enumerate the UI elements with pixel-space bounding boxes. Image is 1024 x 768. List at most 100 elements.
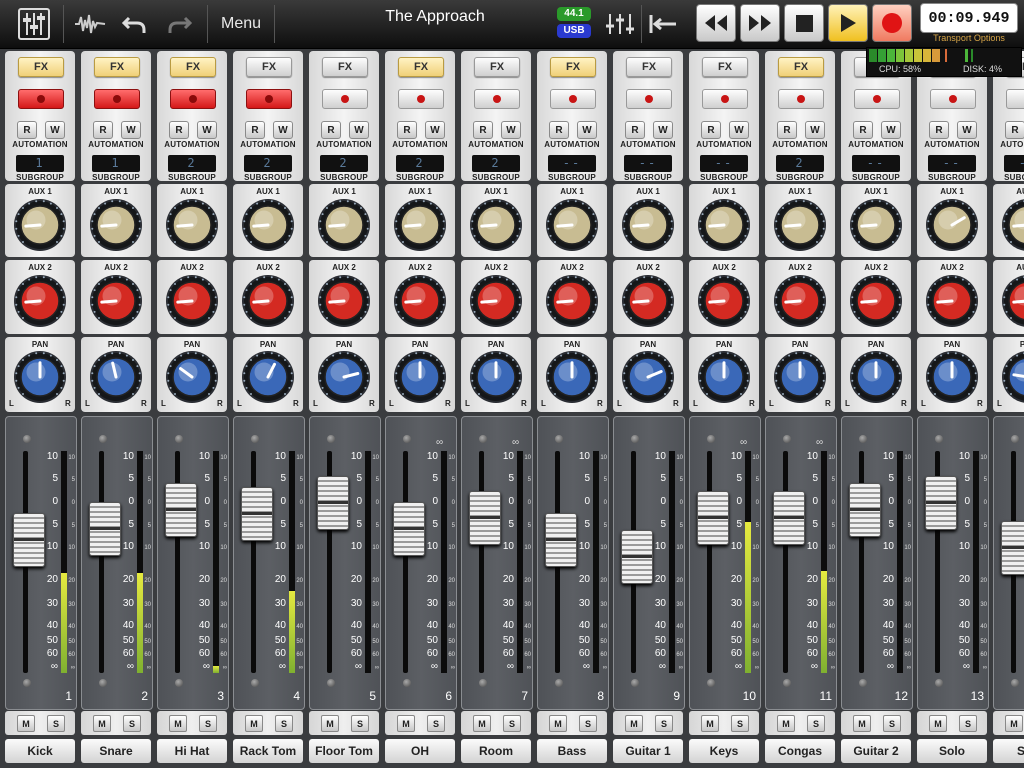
aux1-knob[interactable]: [469, 198, 523, 252]
pan-knob[interactable]: [1001, 350, 1024, 404]
solo-button[interactable]: S: [655, 715, 673, 732]
automation-read-button[interactable]: R: [93, 121, 113, 139]
aux2-knob[interactable]: [241, 274, 295, 328]
subgroup-display[interactable]: 1: [16, 155, 64, 172]
fx-button[interactable]: FX: [322, 57, 368, 77]
channel-name[interactable]: OH: [385, 739, 455, 763]
fader-handle[interactable]: [849, 483, 881, 537]
mute-button[interactable]: M: [17, 715, 35, 732]
fader-handle[interactable]: [317, 476, 349, 530]
automation-write-button[interactable]: W: [425, 121, 445, 139]
aux1-knob[interactable]: [165, 198, 219, 252]
stereo-link-icon[interactable]: ∞: [740, 437, 747, 448]
pan-knob[interactable]: [469, 350, 523, 404]
automation-read-button[interactable]: R: [701, 121, 721, 139]
menu-button[interactable]: Menu: [210, 0, 272, 48]
return-to-zero-button[interactable]: [645, 0, 681, 48]
aux1-knob[interactable]: [241, 198, 295, 252]
automation-read-button[interactable]: R: [549, 121, 569, 139]
automation-read-button[interactable]: R: [777, 121, 797, 139]
fader-handle[interactable]: [241, 487, 273, 541]
automation-read-button[interactable]: R: [929, 121, 949, 139]
stereo-link-icon[interactable]: ∞: [816, 437, 823, 448]
aux2-knob[interactable]: [621, 274, 675, 328]
channel-name[interactable]: Rack Tom: [233, 739, 303, 763]
fader-handle[interactable]: [89, 502, 121, 556]
time-display[interactable]: 00:09.949: [920, 3, 1018, 33]
channel-name[interactable]: Floor Tom: [309, 739, 379, 763]
pan-knob[interactable]: [317, 350, 371, 404]
channel-name[interactable]: Hi Hat: [157, 739, 227, 763]
aux1-knob[interactable]: [393, 198, 447, 252]
pan-knob[interactable]: [697, 350, 751, 404]
aux2-knob[interactable]: [469, 274, 523, 328]
pan-knob[interactable]: [13, 350, 67, 404]
play-button[interactable]: [828, 4, 868, 42]
aux2-knob[interactable]: [13, 274, 67, 328]
record-arm-button[interactable]: [1006, 89, 1024, 109]
mute-button[interactable]: M: [853, 715, 871, 732]
subgroup-display[interactable]: --: [928, 155, 976, 172]
channel-name[interactable]: Kick: [5, 739, 75, 763]
automation-write-button[interactable]: W: [121, 121, 141, 139]
aux2-knob[interactable]: [545, 274, 599, 328]
pan-knob[interactable]: [165, 350, 219, 404]
subgroup-display[interactable]: 2: [320, 155, 368, 172]
fx-button[interactable]: FX: [398, 57, 444, 77]
mute-button[interactable]: M: [397, 715, 415, 732]
aux2-knob[interactable]: [89, 274, 143, 328]
subgroup-display[interactable]: 2: [776, 155, 824, 172]
record-arm-button[interactable]: [170, 89, 216, 109]
aux1-knob[interactable]: [13, 198, 67, 252]
aux2-knob[interactable]: [165, 274, 219, 328]
pan-knob[interactable]: [925, 350, 979, 404]
undo-button[interactable]: [116, 0, 152, 48]
subgroup-display[interactable]: 2: [244, 155, 292, 172]
stereo-link-icon[interactable]: ∞: [512, 437, 519, 448]
channel-name[interactable]: Guitar 2: [841, 739, 911, 763]
aux2-knob[interactable]: [1001, 274, 1024, 328]
fast-forward-button[interactable]: [740, 4, 780, 42]
solo-button[interactable]: S: [959, 715, 977, 732]
subgroup-display[interactable]: --: [624, 155, 672, 172]
record-arm-button[interactable]: [778, 89, 824, 109]
fader-handle[interactable]: [13, 513, 45, 567]
fx-button[interactable]: FX: [246, 57, 292, 77]
pan-knob[interactable]: [241, 350, 295, 404]
pan-knob[interactable]: [393, 350, 447, 404]
mute-button[interactable]: M: [473, 715, 491, 732]
automation-write-button[interactable]: W: [957, 121, 977, 139]
aux1-knob[interactable]: [849, 198, 903, 252]
channel-name[interactable]: Keys: [689, 739, 759, 763]
mute-button[interactable]: M: [321, 715, 339, 732]
fx-button[interactable]: FX: [702, 57, 748, 77]
rewind-button[interactable]: [696, 4, 736, 42]
pan-knob[interactable]: [545, 350, 599, 404]
fx-button[interactable]: FX: [778, 57, 824, 77]
mute-button[interactable]: M: [777, 715, 795, 732]
aux1-knob[interactable]: [621, 198, 675, 252]
solo-button[interactable]: S: [503, 715, 521, 732]
subgroup-display[interactable]: --: [852, 155, 900, 172]
mute-button[interactable]: M: [549, 715, 567, 732]
automation-write-button[interactable]: W: [653, 121, 673, 139]
mute-button[interactable]: M: [245, 715, 263, 732]
automation-read-button[interactable]: R: [169, 121, 189, 139]
solo-button[interactable]: S: [123, 715, 141, 732]
fx-button[interactable]: FX: [626, 57, 672, 77]
solo-button[interactable]: S: [579, 715, 597, 732]
automation-read-button[interactable]: R: [853, 121, 873, 139]
channel-name[interactable]: Room: [461, 739, 531, 763]
aux1-knob[interactable]: [317, 198, 371, 252]
record-arm-button[interactable]: [474, 89, 520, 109]
subgroup-display[interactable]: --: [700, 155, 748, 172]
pan-knob[interactable]: [621, 350, 675, 404]
subgroup-display[interactable]: 1: [92, 155, 140, 172]
fx-button[interactable]: FX: [474, 57, 520, 77]
channel-name[interactable]: Solo: [917, 739, 987, 763]
aux2-knob[interactable]: [393, 274, 447, 328]
automation-read-button[interactable]: R: [17, 121, 37, 139]
solo-button[interactable]: S: [883, 715, 901, 732]
aux1-knob[interactable]: [89, 198, 143, 252]
record-arm-button[interactable]: [322, 89, 368, 109]
